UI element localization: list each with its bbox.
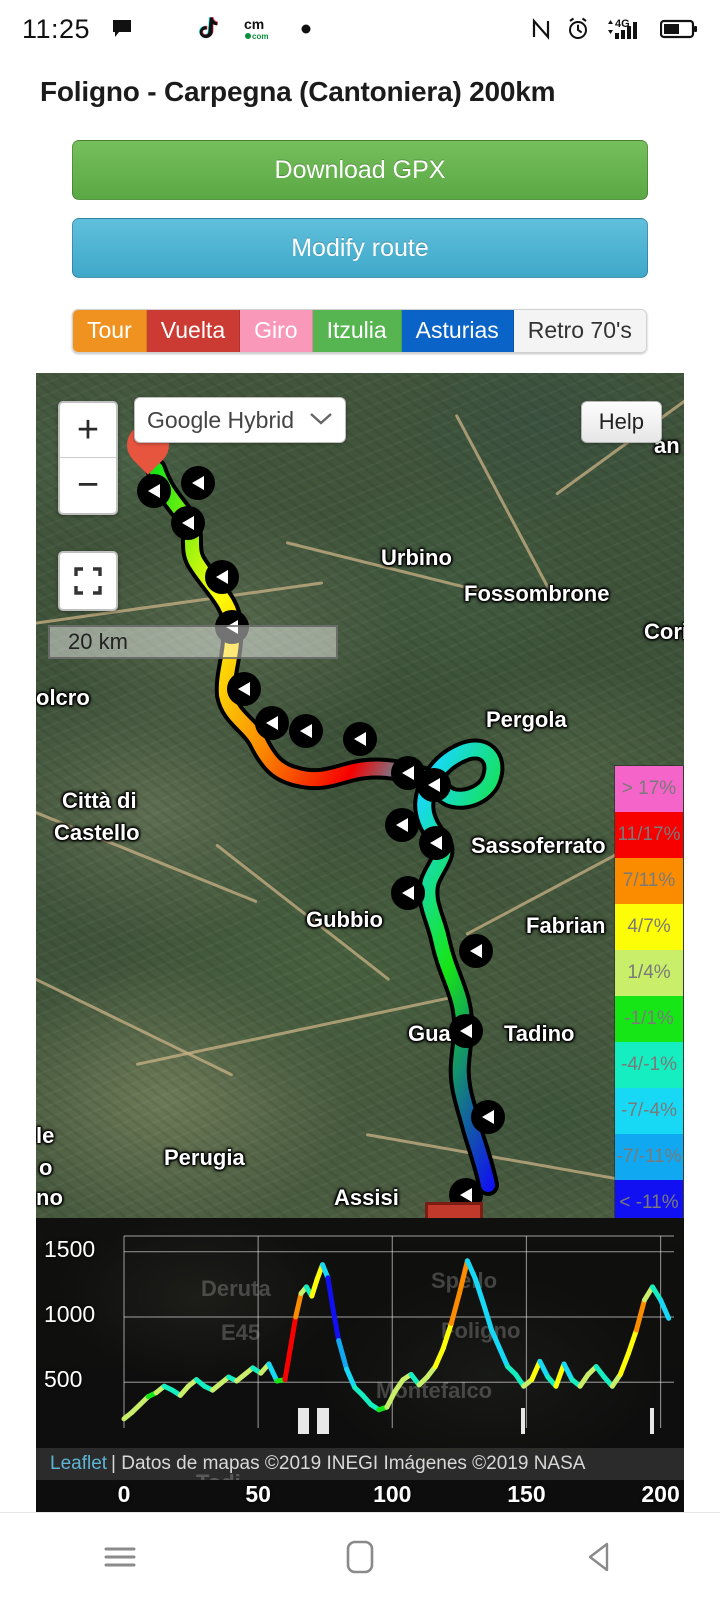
x-tick-label: 0 [117,1481,131,1508]
race-pill-asturias[interactable]: Asturias [401,310,514,353]
x-tick-label: 50 [245,1481,271,1508]
route-polyline [145,458,505,1197]
legend-band: 11/17% [615,812,683,859]
svg-text:cm: cm [244,16,264,32]
status-bar: 11:25 cm com 4G [0,0,720,58]
direction-marker [391,876,425,911]
direction-marker [137,474,171,509]
race-pill-giro[interactable]: Giro [240,310,313,353]
direction-marker [171,506,205,541]
attribution-text: | Datos de mapas ©2019 INEGI Imágenes ©2… [111,1453,586,1475]
back-button[interactable] [540,1527,660,1587]
profile-km-marker [649,1408,654,1435]
status-time: 11:25 [22,13,91,44]
zoom-out-button[interactable]: − [60,458,116,513]
battery-icon [660,18,698,40]
back-triangle-icon [588,1542,609,1571]
profile-km-marker [521,1408,526,1435]
svg-text:com: com [252,32,268,41]
cm-com-icon: cm com [244,16,272,42]
modify-route-button[interactable]: Modify route [72,218,648,278]
message-bubble-icon [110,17,134,41]
elevation-profile-chart[interactable]: DerutaE45SpelloFolignoMontefalcoTodi 500… [36,1218,684,1481]
race-pill-retro-70-s[interactable]: Retro 70's [513,310,646,353]
tiktok-icon [194,16,218,42]
race-pill-vuelta[interactable]: Vuelta [146,310,241,353]
elevation-plot [121,1235,674,1429]
page-title: Foligno - Carpegna (Cantoniera) 200km [40,76,556,107]
android-nav-bar [0,1512,720,1600]
gradient-legend: > 17% 11/17% 7/11% 4/7% 1/4% -1/1% -4/-1% -7/-4… [614,765,684,1219]
home-square-icon [346,1540,374,1573]
home-button[interactable] [300,1527,420,1587]
direction-marker [343,722,377,757]
download-gpx-button[interactable]: Download GPX [72,140,648,200]
signal-4g-icon: 4G [604,16,646,42]
legend-band: 4/7% [615,904,683,951]
direction-marker [419,826,453,861]
status-bar-right: 4G [530,16,698,42]
race-style-button-group: Tour Vuelta Giro Itzulia Asturias Retro 70's [72,309,647,354]
menu-icon [104,1547,136,1566]
direction-marker [205,560,239,595]
basemap-selected-label: Google Hybrid [147,406,295,433]
profile-km-marker [317,1408,330,1435]
race-pill-itzulia[interactable]: Itzulia [312,310,402,353]
x-tick-label: 100 [373,1481,412,1508]
start-marker[interactable] [425,1202,483,1219]
x-axis-ticks: 0 50 100 150 200 [36,1480,684,1517]
legend-band: -7/-4% [615,1088,683,1135]
legend-band: < -11% [615,1180,683,1219]
legend-band: -1/1% [615,996,683,1043]
alarm-icon [566,17,590,41]
legend-band: -7/-11% [615,1134,683,1181]
chevron-down-icon [309,409,333,432]
zoom-in-button[interactable]: + [60,403,116,459]
dot-icon [300,23,312,35]
actions-panel: Download GPX Modify route Tour Vuelta Giro… [0,108,720,354]
legend-band: 7/11% [615,858,683,905]
x-tick-label: 200 [641,1481,680,1508]
direction-marker [181,466,215,501]
direction-marker [227,672,261,707]
fullscreen-icon [74,567,102,595]
help-button[interactable]: Help [580,401,662,444]
status-bar-left: 11:25 cm com [22,14,312,45]
recents-button[interactable] [60,1527,180,1587]
legend-band: 1/4% [615,950,683,997]
direction-marker [255,706,289,741]
zoom-control[interactable]: + − [58,401,118,516]
direction-marker [385,808,419,843]
direction-marker [449,1014,483,1049]
y-tick-label: 500 [44,1366,83,1393]
legend-band: -4/-1% [615,1042,683,1089]
map-attribution: Leaflet | Datos de mapas ©2019 INEGI Imá… [36,1448,684,1481]
leaflet-link[interactable]: Leaflet [50,1453,107,1475]
fullscreen-button[interactable] [58,551,118,612]
y-tick-label: 1500 [44,1235,96,1262]
race-pill-tour[interactable]: Tour [73,310,147,353]
y-tick-label: 1000 [44,1301,96,1328]
nfc-icon [530,17,552,41]
profile-km-marker [293,1408,310,1435]
x-tick-label: 150 [507,1481,546,1508]
basemap-select[interactable]: Google Hybrid [134,397,346,444]
direction-marker [459,934,493,969]
route-map[interactable]: Urbino Fossombrone Cori an Pergola Città di Ca… [36,373,684,1219]
direction-marker [417,768,451,803]
legend-band: > 17% [615,766,683,813]
direction-marker [471,1100,505,1135]
direction-marker [289,714,323,749]
map-scale-bar: 20 km [48,625,338,660]
